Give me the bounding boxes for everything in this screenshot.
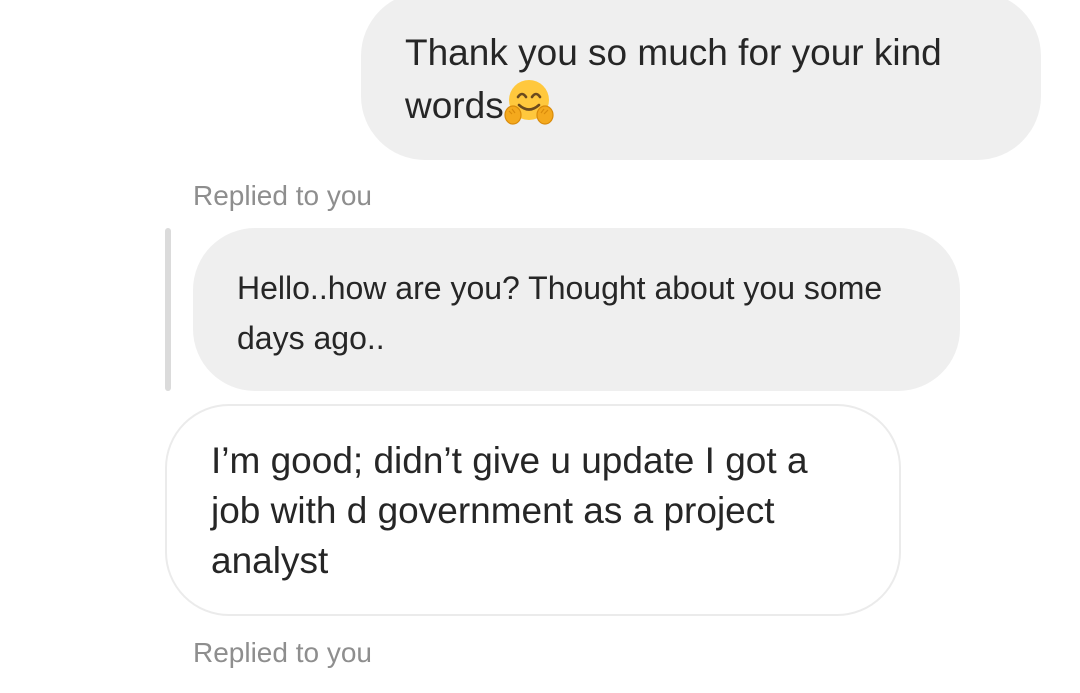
hugging-face-icon	[504, 78, 554, 126]
quoted-message-text: Hello..how are you? Thought about you so…	[237, 270, 883, 356]
sent-message-bubble[interactable]: Thank you so much for your kind words	[361, 0, 1041, 160]
reply-indicator-bar	[165, 228, 171, 391]
quoted-message-bubble[interactable]: Hello..how are you? Thought about you so…	[193, 228, 960, 391]
received-message-text: I’m good; didn’t give u update I got a j…	[211, 440, 808, 581]
replied-to-you-label-2: Replied to you	[193, 637, 373, 668]
sent-message-text: Thank you so much for your kind words	[405, 32, 942, 126]
received-message-bubble[interactable]: I’m good; didn’t give u update I got a j…	[165, 404, 901, 616]
replied-to-you-label: Replied to you	[193, 180, 373, 211]
message-thread: Thank you so much for your kind words Re…	[0, 0, 1080, 693]
